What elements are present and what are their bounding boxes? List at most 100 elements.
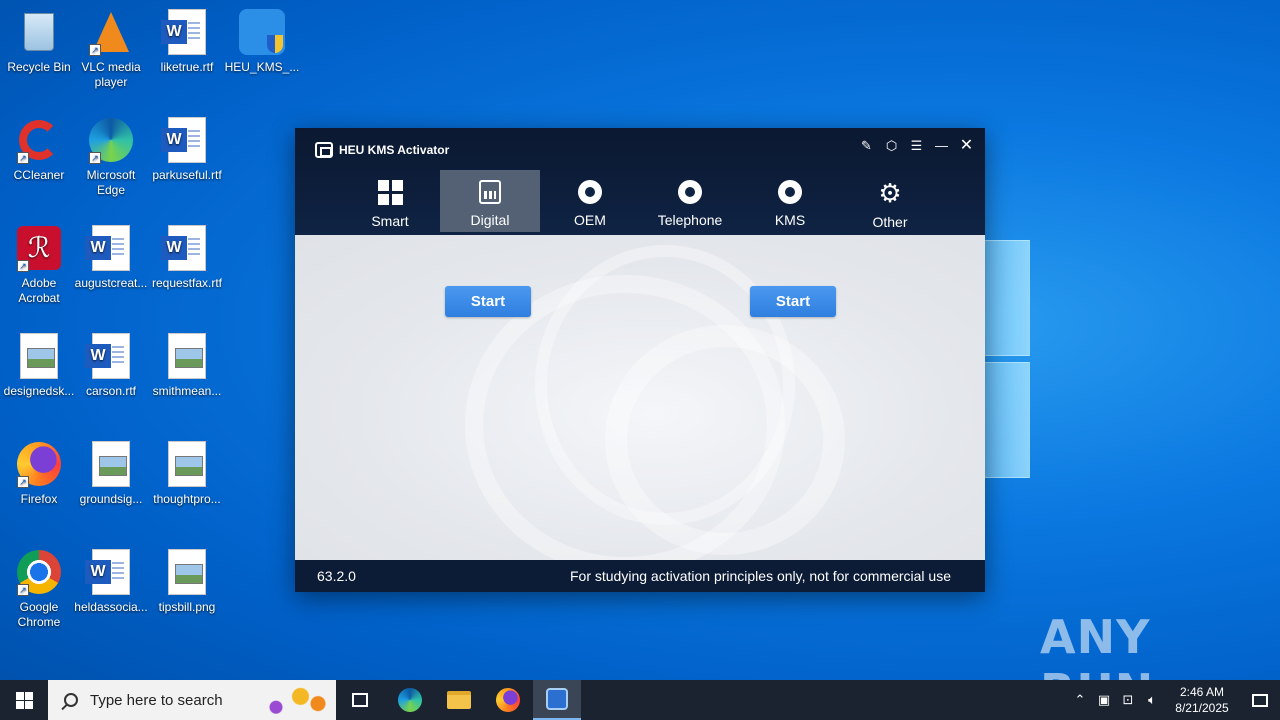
folder-icon (447, 691, 471, 709)
firefox-icon: ↗ (15, 440, 63, 488)
search-icon (64, 693, 78, 707)
system-tray: ⌃ ▣ ⊡ 🔈︎ 2:46 AM 8/21/2025 (1068, 680, 1280, 720)
desktop-icon-liketrue[interactable]: liketrue.rtf (148, 8, 226, 75)
vlc-cone-icon: ↗ (87, 8, 135, 56)
tab-smart[interactable]: Smart (340, 170, 440, 232)
desktop-icon-label: carson.rtf (85, 384, 136, 398)
network-icon[interactable]: ⊡ (1116, 692, 1140, 708)
ccleaner-icon: ↗ (15, 116, 63, 164)
notification-icon (1252, 693, 1268, 707)
menu-icon[interactable]: ☰ (906, 137, 927, 155)
acrobat-icon: ℛ ↗ (15, 224, 63, 272)
content-panel: Start Start (295, 235, 985, 560)
desktop-icon-tipsbill[interactable]: tipsbill.png (148, 548, 226, 615)
app-logo-icon (315, 142, 333, 158)
taskbar-heu-kms[interactable] (533, 680, 581, 720)
taskbar-search-box[interactable]: Type here to search (48, 680, 336, 720)
desktop-icon-recycle-bin[interactable]: Recycle Bin (0, 8, 78, 75)
taskbar-firefox[interactable] (484, 680, 532, 720)
start-button-left[interactable]: Start (445, 286, 531, 317)
tab-digital[interactable]: Digital (440, 170, 540, 232)
heu-kms-activator-window: HEU KMS Activator ✎ ⬡ ☰ — ✕ Smart Digita… (295, 128, 985, 592)
word-document-icon (85, 224, 135, 272)
desktop-icon-edge[interactable]: ↗ Microsoft Edge (72, 116, 150, 198)
system-clock[interactable]: 2:46 AM 8/21/2025 (1164, 684, 1240, 716)
desktop-icon-acrobat[interactable]: ℛ ↗ Adobe Acrobat (0, 224, 78, 306)
windows-grid-icon (377, 180, 403, 205)
search-highlight-flowers-icon (262, 682, 332, 718)
heu-kms-app-icon (546, 688, 568, 710)
desktop-icon-label: smithmean... (152, 384, 222, 398)
desktop-icon-label: HEU_KMS_... (224, 60, 300, 74)
start-button-right[interactable]: Start (750, 286, 836, 317)
desktop-icon-thoughtpro[interactable]: thoughtpro... (148, 440, 226, 507)
gear-icon: ⚙ (878, 178, 902, 208)
taskbar: Type here to search ⌃ ▣ ⊡ 🔈︎ 2:46 AM 8/2… (0, 680, 1280, 720)
chevron-up-icon[interactable]: ⌃ (1068, 692, 1092, 708)
tab-telephone[interactable]: Telephone (640, 170, 740, 232)
desktop-icon-label: tipsbill.png (158, 600, 216, 614)
desktop-icon-label: thoughtpro... (153, 492, 221, 506)
desktop-icon-designedsk[interactable]: designedsk... (0, 332, 78, 399)
tab-bar: Smart Digital OEM Telephone KMS ⚙ Other (340, 170, 940, 232)
image-file-icon (163, 332, 211, 380)
tab-label: OEM (574, 212, 606, 228)
edit-icon[interactable]: ✎ (856, 137, 877, 155)
app-title: HEU KMS Activator (339, 143, 450, 157)
word-document-icon (161, 8, 211, 56)
clock-time: 2:46 AM (1179, 685, 1225, 699)
clock-date: 8/21/2025 (1175, 701, 1229, 715)
firefox-icon (496, 688, 520, 712)
desktop-icon-label: parkuseful.rtf (152, 168, 222, 182)
tab-kms[interactable]: KMS (740, 170, 840, 232)
desktop-icon-groundsig[interactable]: groundsig... (72, 440, 150, 507)
tab-label: Digital (470, 212, 510, 228)
desktop-icon-ccleaner[interactable]: ↗ CCleaner (0, 116, 78, 183)
desktop-icon-parkuseful[interactable]: parkuseful.rtf (148, 116, 226, 183)
desktop-icon-label: groundsig... (79, 492, 143, 506)
desktop-icon-label: requestfax.rtf (151, 276, 223, 290)
app-header: HEU KMS Activator ✎ ⬡ ☰ — ✕ Smart Digita… (295, 128, 985, 235)
minimize-icon[interactable]: — (931, 137, 952, 155)
desktop-icon-label: Google Chrome (17, 600, 61, 629)
word-document-icon (85, 332, 135, 380)
desktop-icon-carson[interactable]: carson.rtf (72, 332, 150, 399)
taskbar-edge[interactable] (386, 680, 434, 720)
desktop-icon-label: liketrue.rtf (160, 60, 214, 74)
desktop-icon-requestfax[interactable]: requestfax.rtf (148, 224, 226, 291)
disclaimer-text: For studying activation principles only,… (569, 568, 951, 584)
word-document-icon (161, 224, 211, 272)
word-document-icon (85, 548, 135, 596)
volume-icon[interactable]: 🔈︎ (1140, 692, 1164, 708)
desktop-icon-vlc[interactable]: ↗ VLC media player (72, 8, 150, 90)
tab-label: KMS (774, 212, 806, 228)
windows-logo-icon (15, 691, 33, 709)
device-icon[interactable]: ▣ (1092, 692, 1116, 708)
desktop-icon-label: designedsk... (3, 384, 75, 398)
task-view-button[interactable] (336, 680, 384, 720)
desktop-icon-heu-kms[interactable]: HEU_KMS_... (223, 8, 301, 75)
tab-oem[interactable]: OEM (540, 170, 640, 232)
start-button[interactable] (0, 680, 48, 720)
desktop-icon-label: Adobe Acrobat (18, 276, 60, 305)
desktop-icon-label: Recycle Bin (7, 60, 71, 74)
heu-kms-app-icon (238, 8, 286, 56)
tab-other[interactable]: ⚙ Other (840, 170, 940, 232)
notification-center-button[interactable] (1240, 680, 1280, 720)
taskbar-file-explorer[interactable] (435, 680, 483, 720)
edge-icon: ↗ (87, 116, 135, 164)
desktop-icon-heldassocia[interactable]: heldassocia... (72, 548, 150, 615)
desktop-icon-chrome[interactable]: ↗ Google Chrome (0, 548, 78, 630)
desktop-icon-augustcreat[interactable]: augustcreat... (72, 224, 150, 291)
image-file-icon (15, 332, 63, 380)
search-placeholder: Type here to search (90, 691, 223, 709)
tab-label: Smart (371, 213, 409, 229)
image-file-icon (163, 548, 211, 596)
telephone-icon (678, 180, 702, 204)
desktop-icon-firefox[interactable]: ↗ Firefox (0, 440, 78, 507)
close-icon[interactable]: ✕ (956, 137, 977, 155)
desktop-icon-label: heldassocia... (74, 600, 148, 614)
shirt-skin-icon[interactable]: ⬡ (881, 137, 902, 155)
desktop-icon-smithmean[interactable]: smithmean... (148, 332, 226, 399)
app-title-bar[interactable]: HEU KMS Activator (315, 142, 449, 158)
